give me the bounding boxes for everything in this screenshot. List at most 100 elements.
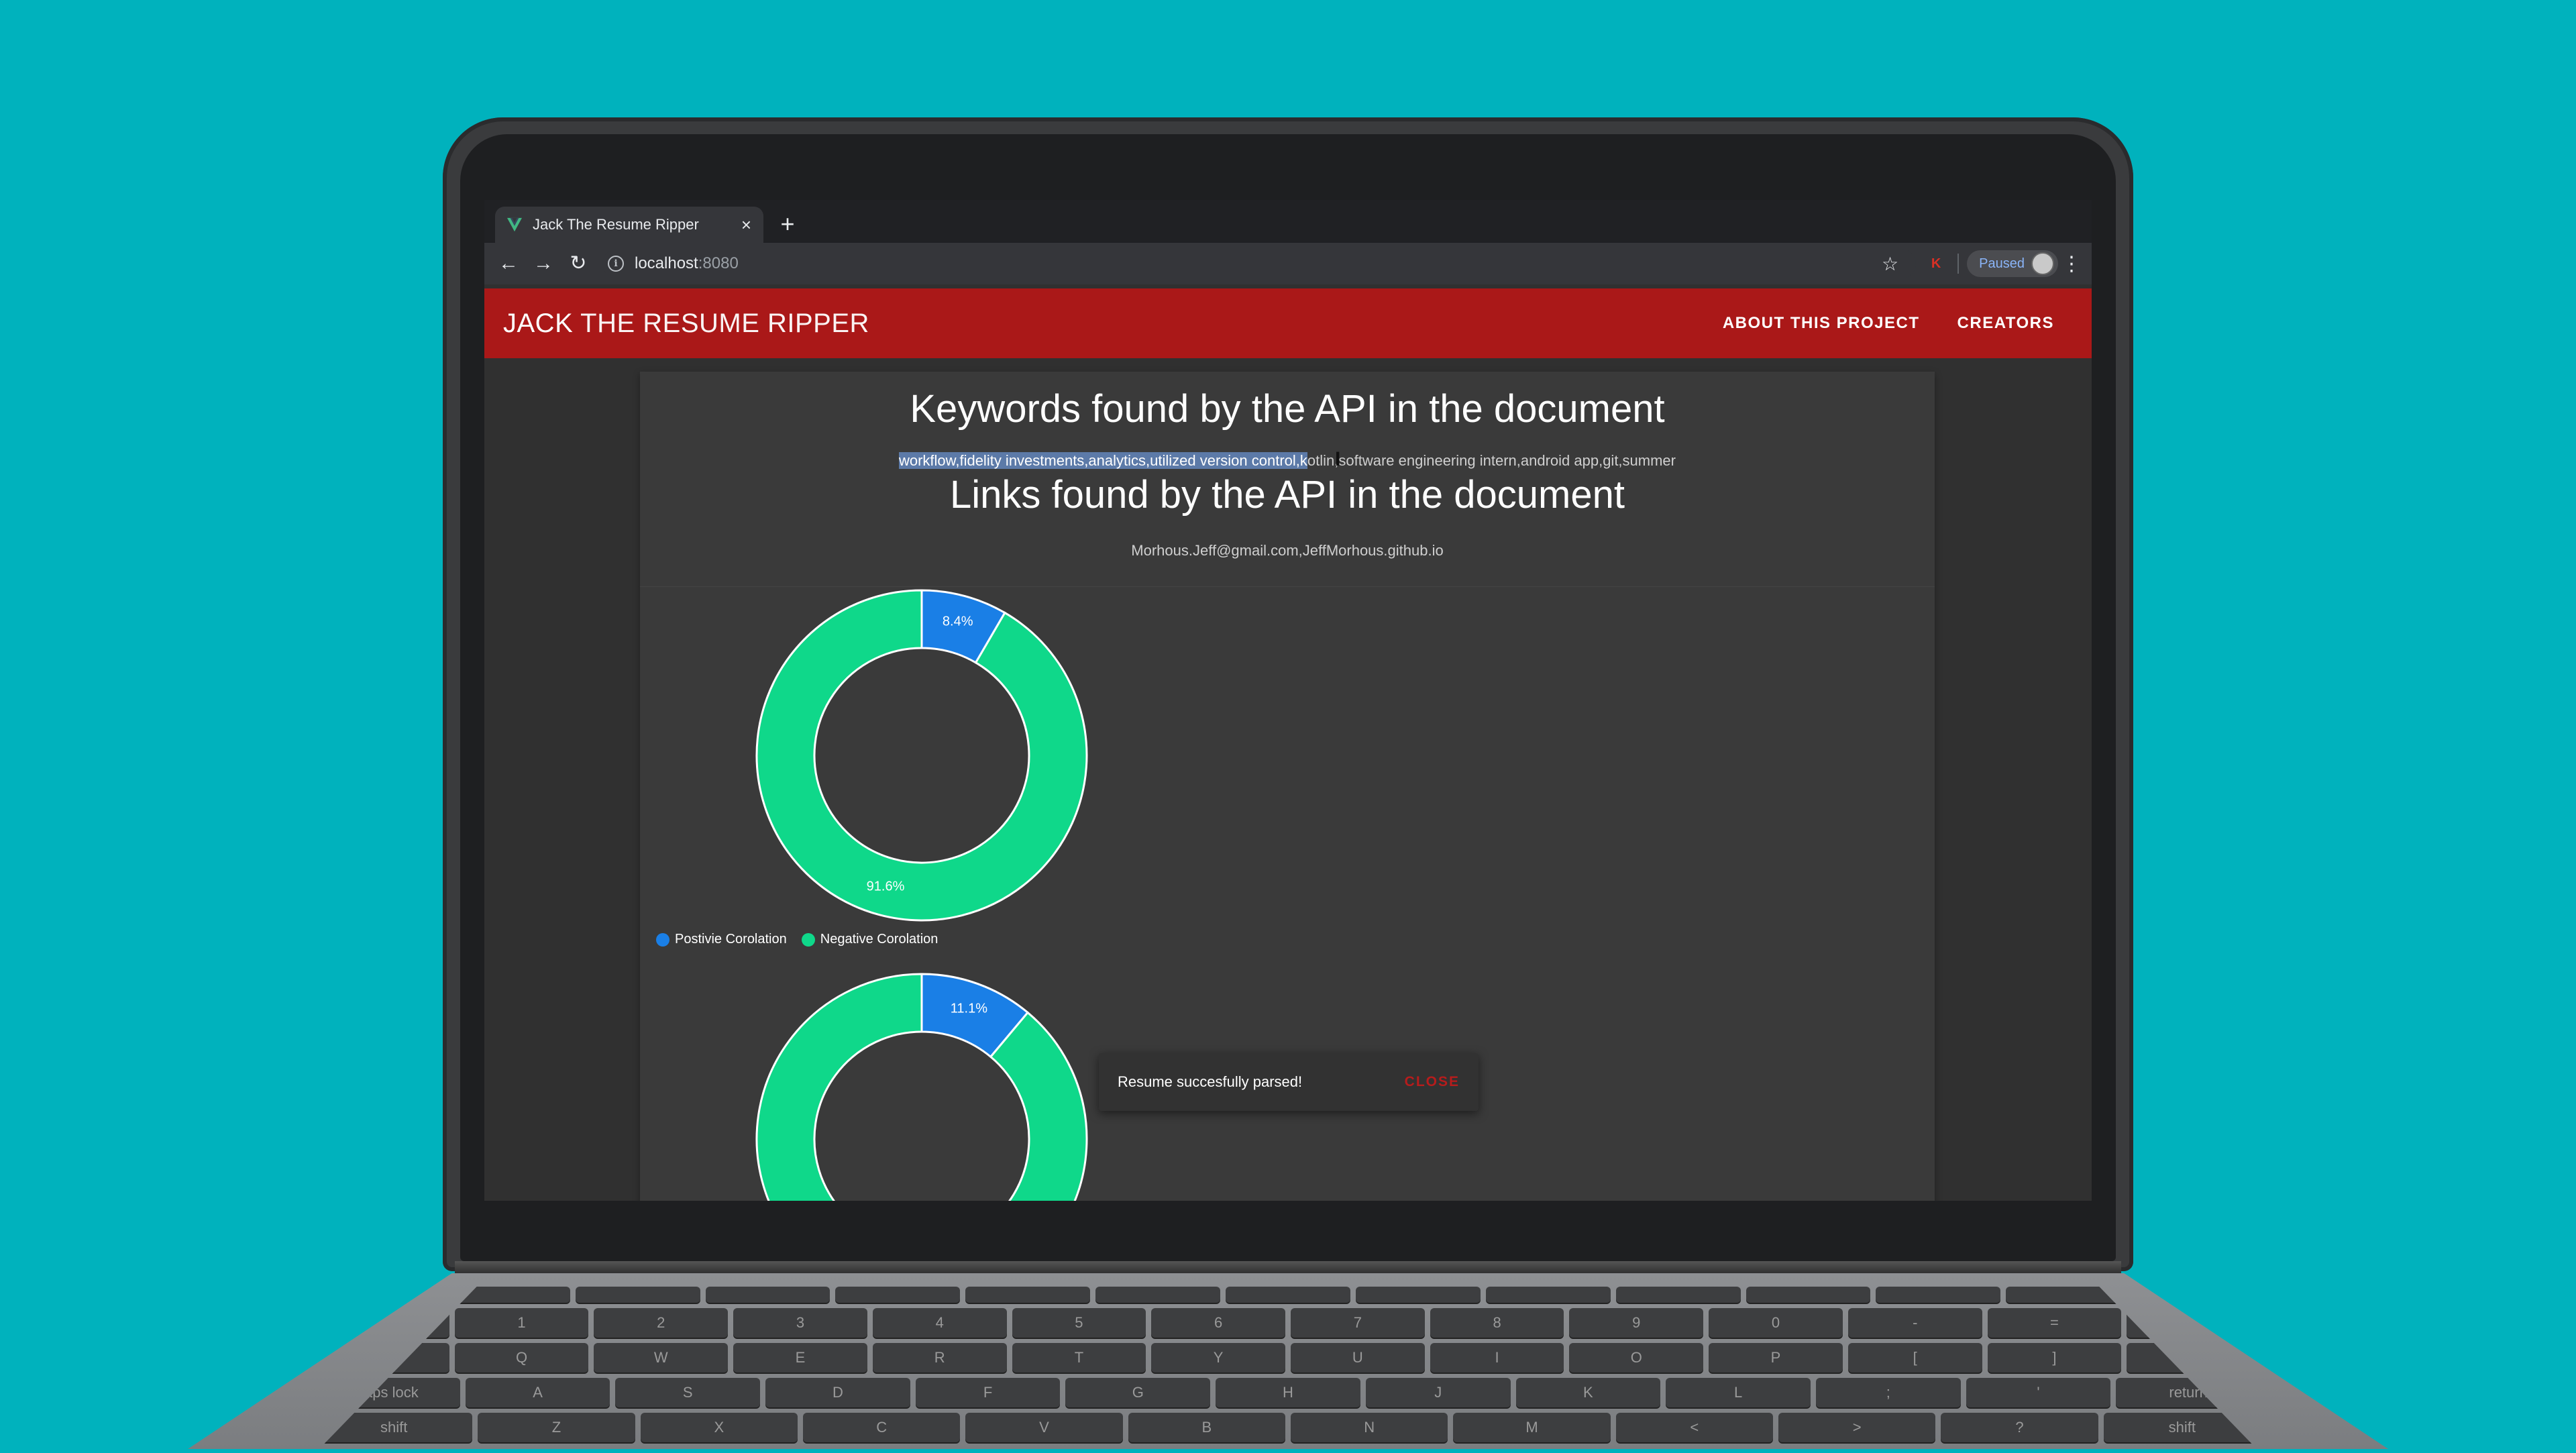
laptop-screen: Jack The Resume Ripper × + ← → ↻ i local… xyxy=(484,200,2092,1201)
legend-item-negative[interactable]: Negative Corolation xyxy=(801,932,938,947)
brand-bold: JACK xyxy=(503,308,574,338)
keyboard-key: S xyxy=(615,1378,761,1407)
laptop-hinge xyxy=(455,1261,2121,1275)
app-brand[interactable]: JACK THE RESUME RIPPER xyxy=(503,309,869,339)
keywords-rest-text: otlin,software engineering intern,androi… xyxy=(1307,452,1676,469)
keyboard-key: 3 xyxy=(733,1308,867,1338)
back-arrow-icon[interactable]: ← xyxy=(491,246,526,281)
keyboard-key xyxy=(575,1287,700,1303)
keyboard-row: esc xyxy=(315,1287,2261,1303)
keyboard-key: 6 xyxy=(1151,1308,1285,1338)
keyboard-key: ? xyxy=(1941,1413,2098,1442)
keyboard-key: [ xyxy=(1847,1343,1982,1373)
keyboard-key: P xyxy=(1709,1343,1843,1373)
keyboard-key: > xyxy=(1778,1413,1936,1442)
keyboard-key: D xyxy=(765,1378,910,1407)
snackbar-close-button[interactable]: CLOSE xyxy=(1405,1074,1460,1090)
app-nav: ABOUT THIS PROJECT CREATORS xyxy=(1704,288,2073,358)
keyboard-key xyxy=(1876,1287,2001,1303)
keyboard-key: H xyxy=(1216,1378,1360,1407)
address-bar[interactable]: i localhost:8080 ☆ xyxy=(602,249,1917,278)
keyboard-key: 2 xyxy=(594,1308,729,1338)
keywords-selected-text: workflow,fidelity investments,analytics,… xyxy=(898,452,1307,469)
new-tab-button[interactable]: + xyxy=(773,209,802,239)
keyboard-key: 0 xyxy=(1709,1308,1843,1338)
donut-chart-2: 11.1% xyxy=(755,973,1088,1201)
tab-close-icon[interactable]: × xyxy=(741,215,751,235)
bookmark-star-icon[interactable]: ☆ xyxy=(1882,253,1898,275)
app-bar: JACK THE RESUME RIPPER ABOUT THIS PROJEC… xyxy=(484,288,2092,358)
snackbar: Resume succesfully parsed! CLOSE xyxy=(1099,1053,1479,1111)
keyboard-key: K xyxy=(1515,1378,1661,1407)
keyboard-key xyxy=(1355,1287,1481,1303)
keyboard-key: Y xyxy=(1151,1343,1285,1373)
keyboard-key: 7 xyxy=(1291,1308,1425,1338)
avatar xyxy=(2031,252,2054,275)
menu-kebab-icon[interactable]: ⋮ xyxy=(2058,252,2085,276)
keyboard-key: L xyxy=(1666,1378,1811,1407)
toolbar-divider xyxy=(1957,254,1960,274)
keyboard-key: F xyxy=(915,1378,1061,1407)
keyboard-key: T xyxy=(1012,1343,1146,1373)
vue-logo-icon xyxy=(507,217,522,232)
tab-title: Jack The Resume Ripper xyxy=(533,216,699,233)
info-icon[interactable]: i xyxy=(608,256,624,272)
keyboard-key: I xyxy=(1430,1343,1564,1373)
keyboard-key: 8 xyxy=(1430,1308,1564,1338)
keyboard-key xyxy=(1746,1287,1871,1303)
keyboard-key: - xyxy=(1847,1308,1982,1338)
links-text[interactable]: Morhous.Jeff@gmail.com,JeffMorhous.githu… xyxy=(640,542,1935,559)
browser-tab[interactable]: Jack The Resume Ripper × xyxy=(495,207,763,243)
browser-toolbar: ← → ↻ i localhost:8080 ☆ K Paused ⋮ xyxy=(484,243,2092,284)
keyboard-key: 5 xyxy=(1012,1308,1146,1338)
legend-label-negative: Negative Corolation xyxy=(820,932,938,947)
about-project-button[interactable]: ABOUT THIS PROJECT xyxy=(1704,288,1939,358)
keyboard-key: R xyxy=(872,1343,1007,1373)
browser-tab-strip: Jack The Resume Ripper × + xyxy=(484,200,2092,243)
keyboard-key xyxy=(835,1287,961,1303)
donut-2-value-label-0: 11.1% xyxy=(951,1002,987,1016)
keyboard-row: shift Z X C V B N M < >? shift xyxy=(315,1413,2261,1442)
profile-status: Paused xyxy=(1979,256,2025,271)
reload-icon[interactable]: ↻ xyxy=(561,246,596,281)
keyboard-row: ~1234567890-=delete xyxy=(315,1308,2261,1338)
keyboard-key: O xyxy=(1569,1343,1704,1373)
snackbar-message: Resume succesfully parsed! xyxy=(1118,1073,1303,1090)
keyboard-key xyxy=(705,1287,830,1303)
keyboard-key: J xyxy=(1365,1378,1511,1407)
keyboard-key: V xyxy=(965,1413,1123,1442)
keyboard-key: N xyxy=(1291,1413,1448,1442)
forward-arrow-icon[interactable]: → xyxy=(526,246,561,281)
keyboard-key: X xyxy=(640,1413,798,1442)
keyboard-row: caps lock A S D F G H J K L; ' return xyxy=(315,1378,2261,1407)
links-title: Links found by the API in the document xyxy=(950,473,1625,517)
keyboard-key xyxy=(1095,1287,1221,1303)
keyboard-key xyxy=(1226,1287,1350,1303)
keyboard-key: Q xyxy=(454,1343,589,1373)
keyboard-key: ; xyxy=(1815,1378,1961,1407)
creators-button[interactable]: CREATORS xyxy=(1939,288,2073,358)
legend-dot-negative xyxy=(801,932,815,947)
keyboard-key: G xyxy=(1065,1378,1211,1407)
keyboard-key xyxy=(1615,1287,1741,1303)
legend-item-positive[interactable]: Postivie Corolation xyxy=(656,932,787,947)
keyboard-key: W xyxy=(594,1343,729,1373)
keyboard-key: 4 xyxy=(872,1308,1007,1338)
keyboard-key: < xyxy=(1615,1413,1773,1442)
url-host: localhost xyxy=(635,254,698,272)
keywords-text[interactable]: workflow,fidelity investments,analytics,… xyxy=(640,452,1935,470)
donut-2-slice-1[interactable] xyxy=(755,973,1088,1201)
keyboard-row: tabQWERTYUIOP[]\ xyxy=(315,1343,2261,1373)
keyboard-key: 1 xyxy=(454,1308,589,1338)
keyboard-key: M xyxy=(1453,1413,1611,1442)
keyboard-key: = xyxy=(1987,1308,2122,1338)
donut-1-slice-1[interactable] xyxy=(755,589,1088,922)
keyboard-key xyxy=(965,1287,1091,1303)
chart-legend: Postivie Corolation Negative Corolation xyxy=(656,932,938,947)
keyboard-key: ] xyxy=(1987,1343,2122,1373)
extension-icon[interactable]: K xyxy=(1923,256,1949,272)
keyboard-key: ' xyxy=(1966,1378,2111,1407)
keyboard-key: U xyxy=(1291,1343,1425,1373)
profile-button[interactable]: Paused xyxy=(1967,250,2058,277)
keyboard-key: A xyxy=(465,1378,610,1407)
